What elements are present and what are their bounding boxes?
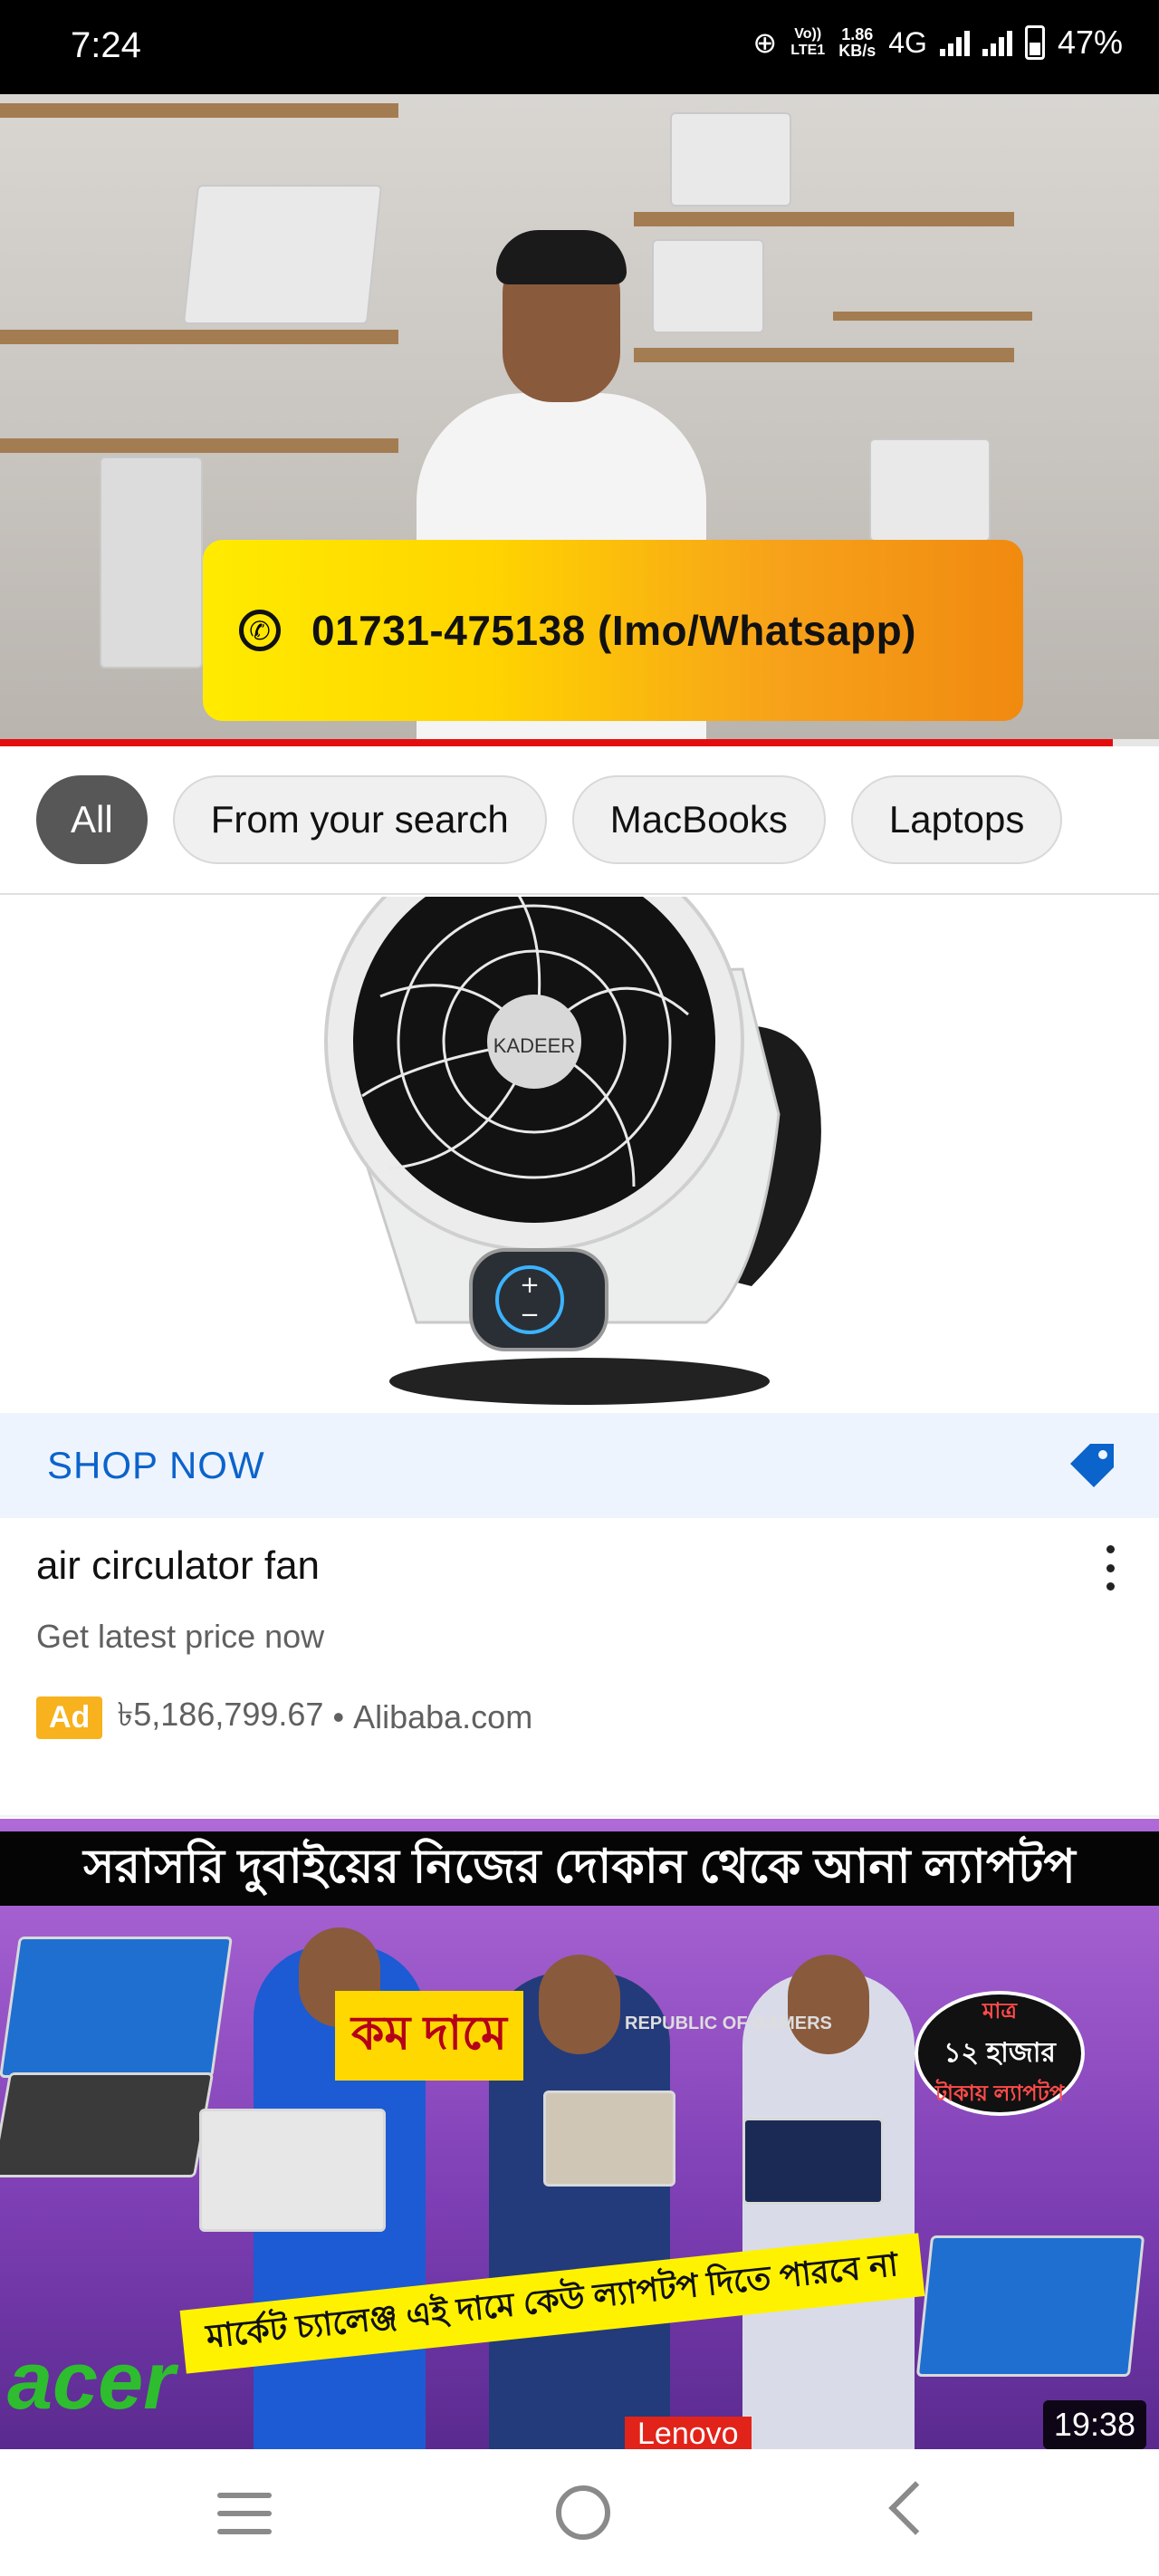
contact-number: 01731-475138 (Imo/Whatsapp) <box>311 607 916 654</box>
thumbnail-rog: REPUBLIC OF GAMERS <box>625 2014 832 2033</box>
system-nav-bar <box>0 2449 1159 2576</box>
laptop-image <box>182 185 383 324</box>
shelf <box>634 212 1014 226</box>
filter-chip-all[interactable]: All <box>36 775 148 864</box>
network-speed: 1.86 KB/s <box>838 26 876 59</box>
price-badge-mid: ১২ হাজার <box>943 2037 1056 2068</box>
video-duration: 19:38 <box>1042 2400 1146 2449</box>
thumbnail-person-head <box>539 1955 620 2054</box>
price-badge-bottom: টাকায় ল্যাপটপ <box>934 2081 1065 2106</box>
filter-chip-laptops[interactable]: Laptops <box>850 775 1063 864</box>
ad-title[interactable]: air circulator fan <box>36 1543 320 1589</box>
meta-separator: • <box>332 1698 345 1735</box>
fan-image: KADEER + − <box>324 831 821 1405</box>
battery-icon <box>1024 25 1045 60</box>
thumbnail-acer: acer <box>7 2336 176 2427</box>
thumbnail-lenovo: Lenovo <box>625 2417 752 2449</box>
menu-icon[interactable] <box>217 2493 272 2534</box>
status-time: 7:24 <box>71 25 141 65</box>
presenter-hair <box>496 230 627 284</box>
thumbnail-kom-dame: কম দামে <box>335 1991 523 2081</box>
shop-now-bar[interactable]: SHOP NOW <box>0 1413 1159 1518</box>
shelf <box>634 348 1014 362</box>
price-badge-top: মাত্র <box>982 1998 1017 2023</box>
laptop-image <box>652 239 764 333</box>
svg-text:−: − <box>520 1302 540 1329</box>
shelf <box>833 312 1032 321</box>
thumbnail-laptop <box>0 2072 215 2177</box>
tag-icon <box>1070 1444 1114 1487</box>
network-speed-unit: KB/s <box>838 42 876 60</box>
laptop-image <box>670 112 791 207</box>
thumbnail-person-head <box>788 1955 869 2054</box>
divider <box>0 1815 1159 1817</box>
thumbnail-laptop <box>543 2091 675 2187</box>
battery-percent: 47% <box>1057 24 1123 61</box>
ad-price: ৳5,186,799.67 <box>117 1696 324 1733</box>
ad-domain: Alibaba.com <box>353 1698 533 1735</box>
fan-brand: KADEER <box>493 1034 575 1057</box>
thumbnail-laptop-hp <box>199 2109 386 2232</box>
filter-chip-macbooks[interactable]: MacBooks <box>571 775 826 864</box>
thumbnail-price-badge: মাত্র ১২ হাজার টাকায় ল্যাপটপ <box>915 1991 1085 2116</box>
more-options-icon[interactable] <box>1103 1545 1117 1591</box>
video-player[interactable]: ✆ 01731-475138 (Imo/Whatsapp) <box>0 94 1159 743</box>
thumbnail-laptop <box>742 2118 884 2205</box>
ad-description: Get latest price now <box>36 1618 325 1655</box>
status-bar: 7:24 ⊕ Vo)) LTE1 1.86 KB/s 4G 47% <box>0 0 1159 94</box>
status-icons: ⊕ Vo)) LTE1 1.86 KB/s 4G 47% <box>752 24 1123 62</box>
filter-chip-from-your-search[interactable]: From your search <box>172 775 547 864</box>
shelf <box>0 330 398 344</box>
ad-product-image[interactable]: KADEER + − <box>0 831 1159 1413</box>
network-speed-value: 1.86 <box>841 25 874 43</box>
ad-meta: Ad ৳5,186,799.67 • Alibaba.com <box>36 1690 532 1745</box>
imac-stand <box>100 457 203 668</box>
shelf <box>0 438 398 453</box>
thumbnail-laptop <box>915 2235 1145 2377</box>
video-thumbnail[interactable]: সরাসরি দুবাইয়ের নিজের দোকান থেকে আনা ল্… <box>0 1819 1159 2449</box>
alarm-icon: ⊕ <box>752 26 778 59</box>
phone-icon: ✆ <box>239 610 281 651</box>
laptop-image <box>869 438 991 542</box>
back-icon[interactable] <box>888 2481 943 2535</box>
filter-chips: All From your search MacBooks Laptops <box>0 746 1159 895</box>
thumbnail-headline: সরাসরি দুবাইয়ের নিজের দোকান থেকে আনা ল্… <box>0 1831 1159 1906</box>
thumbnail-laptop <box>0 1937 233 2078</box>
volte-indicator: Vo)) LTE1 <box>790 26 826 58</box>
svg-text:+: + <box>520 1272 540 1299</box>
video-progress-bar[interactable] <box>0 739 1159 746</box>
signal-icon-2 <box>982 29 1012 56</box>
shelf <box>0 103 398 118</box>
network-type: 4G <box>888 25 927 59</box>
signal-icon <box>939 29 970 56</box>
video-progress-fill <box>0 739 1113 746</box>
home-icon[interactable] <box>556 2485 610 2540</box>
contact-banner: ✆ 01731-475138 (Imo/Whatsapp) <box>203 540 1023 721</box>
shop-now-label[interactable]: SHOP NOW <box>47 1444 265 1487</box>
ad-badge: Ad <box>36 1696 103 1739</box>
